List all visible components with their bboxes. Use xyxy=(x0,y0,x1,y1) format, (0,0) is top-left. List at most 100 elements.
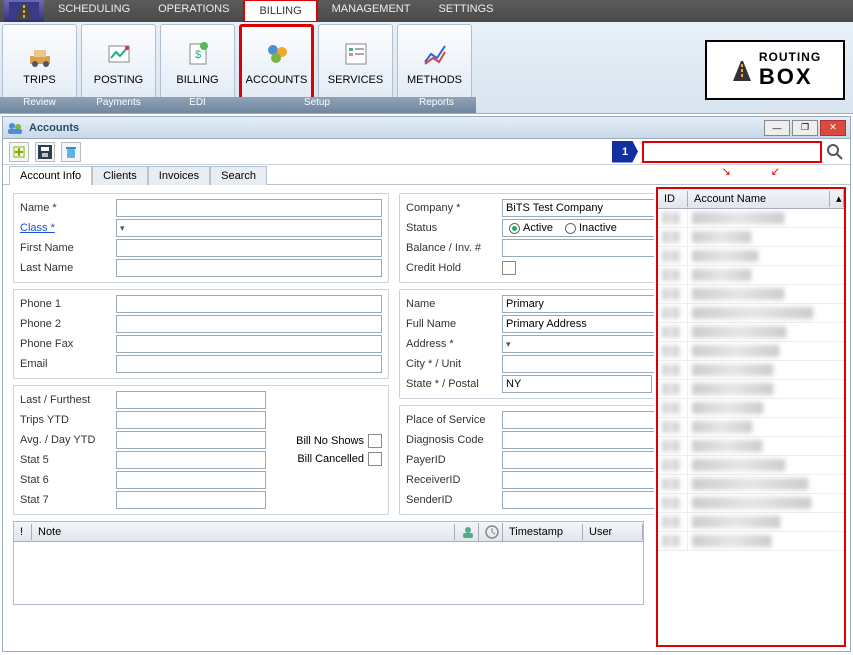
app-road-icon xyxy=(4,0,44,22)
phone2-label: Phone 2 xyxy=(20,318,112,330)
new-record-icon[interactable]: ✚ xyxy=(9,142,29,162)
balance-input[interactable] xyxy=(502,239,654,257)
list-item[interactable] xyxy=(658,456,844,475)
notes-col-note[interactable]: Note xyxy=(32,524,455,540)
main-menu-bar: SCHEDULINGOPERATIONSBILLINGMANAGEMENTSET… xyxy=(0,0,853,22)
class-select[interactable] xyxy=(116,219,382,237)
stat6-label: Stat 6 xyxy=(20,474,112,486)
close-button[interactable]: ✕ xyxy=(820,120,846,136)
addrname-select[interactable]: Primary xyxy=(502,295,654,313)
tripsytd-input[interactable] xyxy=(116,411,266,429)
search-icon[interactable] xyxy=(826,143,844,161)
phonefax-input[interactable] xyxy=(116,335,382,353)
menu-scheduling[interactable]: SCHEDULING xyxy=(44,0,144,23)
stat7-label: Stat 7 xyxy=(20,494,112,506)
receiver-input[interactable] xyxy=(502,471,654,489)
company-select[interactable]: BiTS Test Company xyxy=(502,199,654,217)
phone1-input[interactable] xyxy=(116,295,382,313)
note-user-icon[interactable] xyxy=(455,523,479,541)
list-item[interactable] xyxy=(658,513,844,532)
fullname-label: Full Name xyxy=(406,318,498,330)
diag-input[interactable] xyxy=(502,431,654,449)
class-link[interactable]: Class xyxy=(20,222,112,234)
list-item[interactable] xyxy=(658,266,844,285)
list-item[interactable] xyxy=(658,247,844,266)
notes-col-timestamp[interactable]: Timestamp xyxy=(503,524,583,540)
list-item[interactable] xyxy=(658,380,844,399)
lastfurthest-input[interactable] xyxy=(116,391,266,409)
people-icon xyxy=(7,121,23,135)
list-item[interactable] xyxy=(658,532,844,551)
phone2-input[interactable] xyxy=(116,315,382,333)
side-col-id[interactable]: ID xyxy=(658,191,688,207)
side-rows[interactable] xyxy=(658,209,844,645)
sender-input[interactable] xyxy=(502,491,654,509)
save-icon[interactable] xyxy=(35,142,55,162)
state-label: State * / Postal xyxy=(406,378,498,390)
ribbon-services-button[interactable]: SERVICES xyxy=(318,24,393,100)
tab-clients[interactable]: Clients xyxy=(92,166,148,185)
tab-account-info[interactable]: Account Info xyxy=(9,166,92,185)
list-item[interactable] xyxy=(658,494,844,513)
email-input[interactable] xyxy=(116,355,382,373)
tab-search[interactable]: Search xyxy=(210,166,267,185)
window-titlebar: Accounts — ❐ ✕ xyxy=(3,117,850,139)
menu-settings[interactable]: SETTINGS xyxy=(424,0,507,23)
billnoshows-checkbox[interactable] xyxy=(368,434,382,448)
restore-button[interactable]: ❐ xyxy=(792,120,818,136)
list-item[interactable] xyxy=(658,437,844,456)
tab-invoices[interactable]: Invoices xyxy=(148,166,210,185)
ribbon-accounts-button[interactable]: ACCOUNTS xyxy=(239,24,314,100)
list-item[interactable] xyxy=(658,399,844,418)
ribbon-trips-button[interactable]: TRIPS xyxy=(2,24,77,100)
menu-billing[interactable]: BILLING xyxy=(243,0,317,23)
minimize-button[interactable]: — xyxy=(764,120,790,136)
list-item[interactable] xyxy=(658,323,844,342)
list-item[interactable] xyxy=(658,475,844,494)
lastname-input[interactable] xyxy=(116,259,382,277)
status-inactive-radio[interactable]: Inactive xyxy=(565,222,617,234)
address-select[interactable] xyxy=(502,335,654,353)
menu-management[interactable]: MANAGEMENT xyxy=(318,0,425,23)
notes-col-user[interactable]: User xyxy=(583,524,643,540)
notes-col-bang[interactable]: ! xyxy=(14,524,32,540)
stat7-input[interactable] xyxy=(116,491,266,509)
menu-operations[interactable]: OPERATIONS xyxy=(144,0,243,23)
name-input[interactable] xyxy=(116,199,382,217)
firstname-input[interactable] xyxy=(116,239,382,257)
list-item[interactable] xyxy=(658,285,844,304)
pos-input[interactable] xyxy=(502,411,654,429)
avgday-input[interactable] xyxy=(116,431,266,449)
payer-input[interactable] xyxy=(502,451,654,469)
note-clock-icon[interactable] xyxy=(479,523,503,541)
ribbon-posting-button[interactable]: POSTING xyxy=(81,24,156,100)
list-item[interactable] xyxy=(658,361,844,380)
diag-label: Diagnosis Code xyxy=(406,434,498,446)
pos-label: Place of Service xyxy=(406,414,498,426)
city-input[interactable] xyxy=(502,355,654,373)
status-active-radio[interactable]: Active xyxy=(509,222,553,234)
stat5-input[interactable] xyxy=(116,451,266,469)
list-item[interactable] xyxy=(658,228,844,247)
search-input[interactable] xyxy=(642,141,822,163)
scroll-up-icon[interactable]: ▴ xyxy=(830,190,844,207)
ribbon-billing-button[interactable]: $BILLING xyxy=(160,24,235,100)
state-input[interactable] xyxy=(502,375,652,393)
trips-icon xyxy=(24,38,56,70)
list-item[interactable] xyxy=(658,418,844,437)
ribbon-group-edi: EDI xyxy=(158,97,237,113)
notes-body[interactable] xyxy=(14,542,643,604)
delete-icon[interactable] xyxy=(61,142,81,162)
ribbon-methods-button[interactable]: METHODS xyxy=(397,24,472,100)
list-item[interactable] xyxy=(658,209,844,228)
stat6-input[interactable] xyxy=(116,471,266,489)
billcancelled-checkbox[interactable] xyxy=(368,452,382,466)
credithold-checkbox[interactable] xyxy=(502,261,516,275)
billcancelled-label: Bill Cancelled xyxy=(297,453,364,465)
list-item[interactable] xyxy=(658,342,844,361)
annotation-arrows: ↘↙ xyxy=(722,165,780,178)
ribbon-group-payments: Payments xyxy=(79,97,158,113)
fullname-input[interactable] xyxy=(502,315,654,333)
side-col-name[interactable]: Account Name xyxy=(688,191,830,207)
list-item[interactable] xyxy=(658,304,844,323)
